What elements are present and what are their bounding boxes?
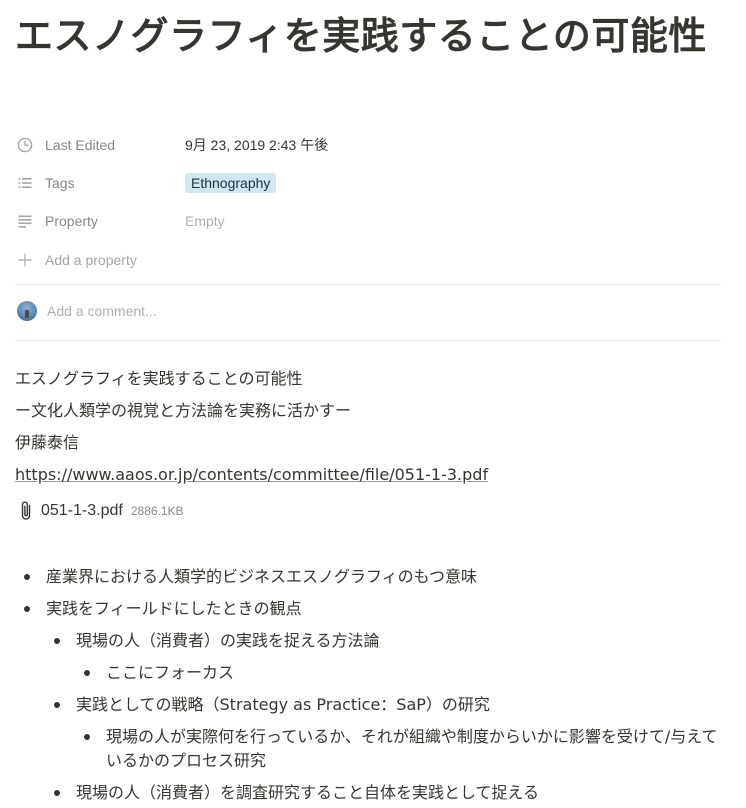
- property-value-property[interactable]: Empty: [185, 213, 225, 229]
- list-item-text: 実践としての戦略（Strategy as Practice：SaP）の研究: [76, 695, 490, 714]
- plus-icon: [15, 250, 35, 270]
- bullet-dot: [84, 670, 90, 676]
- file-attachment[interactable]: 051-1-3.pdf 2886.1KB: [15, 498, 184, 524]
- list-item[interactable]: 現場の人が実際何を行っているか、それが組織や制度からいかに影響を受けて/与えてい…: [84, 725, 724, 773]
- bullet-dot: [84, 734, 90, 740]
- body-text-subtitle[interactable]: ー文化人類学の視覚と方法論を実務に活かすー: [15, 399, 351, 423]
- list-item[interactable]: 現場の人（消費者）の実践を捉える方法論: [54, 629, 724, 653]
- bullet-dot: [54, 638, 60, 644]
- file-size: 2886.1KB: [130, 504, 184, 518]
- body-text-title[interactable]: エスノグラフィを実践することの可能性: [15, 367, 303, 391]
- list-item-text: ここにフォーカス: [106, 663, 235, 682]
- bullet-dot: [24, 606, 30, 612]
- bullet-dot: [24, 574, 30, 580]
- avatar: [17, 301, 37, 321]
- notion-page: エスノグラフィを実践することの可能性 Last Edited 9月 23, 20…: [0, 0, 746, 808]
- paperclip-icon: [15, 499, 37, 523]
- add-property-button[interactable]: Add a property: [15, 245, 725, 275]
- body-text-author[interactable]: 伊藤泰信: [15, 431, 79, 455]
- list-item-text: 現場の人が実際何を行っているか、それが組織や制度からいかに影響を受けて/与えてい…: [106, 727, 718, 770]
- tag-badge[interactable]: Ethnography: [185, 173, 277, 193]
- property-value-last-edited: 9月 23, 2019 2:43 午後: [185, 137, 329, 153]
- list-icon: [15, 173, 35, 193]
- property-value-tags[interactable]: Ethnography: [185, 173, 277, 193]
- property-row-property[interactable]: Property Empty: [15, 206, 725, 236]
- property-label-last-edited: Last Edited: [45, 137, 116, 153]
- list-item-text: 現場の人（消費者）を調査研究すること自体を実践として捉える: [76, 783, 540, 802]
- divider-top: [15, 284, 721, 285]
- property-label-property: Property: [45, 213, 98, 229]
- list-item-text: 実践をフィールドにしたときの観点: [46, 599, 302, 618]
- clock-icon: [15, 135, 35, 155]
- list-item[interactable]: 実践をフィールドにしたときの観点: [24, 597, 724, 621]
- pdf-link[interactable]: https://www.aaos.or.jp/contents/committe…: [15, 465, 488, 484]
- body-link-row: https://www.aaos.or.jp/contents/committe…: [15, 463, 488, 487]
- list-item[interactable]: 現場の人（消費者）を調査研究すること自体を実践として捉える: [54, 781, 724, 805]
- divider-bottom: [15, 340, 721, 341]
- page-title[interactable]: エスノグラフィを実践することの可能性: [15, 12, 727, 60]
- comment-bar: [15, 298, 721, 324]
- property-row-tags[interactable]: Tags Ethnography: [15, 168, 725, 198]
- list-item[interactable]: 実践としての戦略（Strategy as Practice：SaP）の研究: [54, 693, 724, 717]
- list-item[interactable]: 産業界における人類学的ビジネスエスノグラフィのもつ意味: [24, 565, 724, 589]
- bullet-dot: [54, 790, 60, 796]
- list-item-text: 産業界における人類学的ビジネスエスノグラフィのもつ意味: [46, 567, 478, 586]
- property-row-last-edited[interactable]: Last Edited 9月 23, 2019 2:43 午後: [15, 130, 725, 160]
- text-lines-icon: [15, 211, 35, 231]
- bullet-dot: [54, 702, 60, 708]
- comment-input[interactable]: [47, 303, 347, 319]
- property-label-tags: Tags: [45, 175, 75, 191]
- list-item-text: 現場の人（消費者）の実践を捉える方法論: [76, 631, 380, 650]
- add-property-label: Add a property: [45, 252, 137, 268]
- file-name: 051-1-3.pdf: [41, 502, 123, 519]
- list-item[interactable]: ここにフォーカス: [84, 661, 724, 685]
